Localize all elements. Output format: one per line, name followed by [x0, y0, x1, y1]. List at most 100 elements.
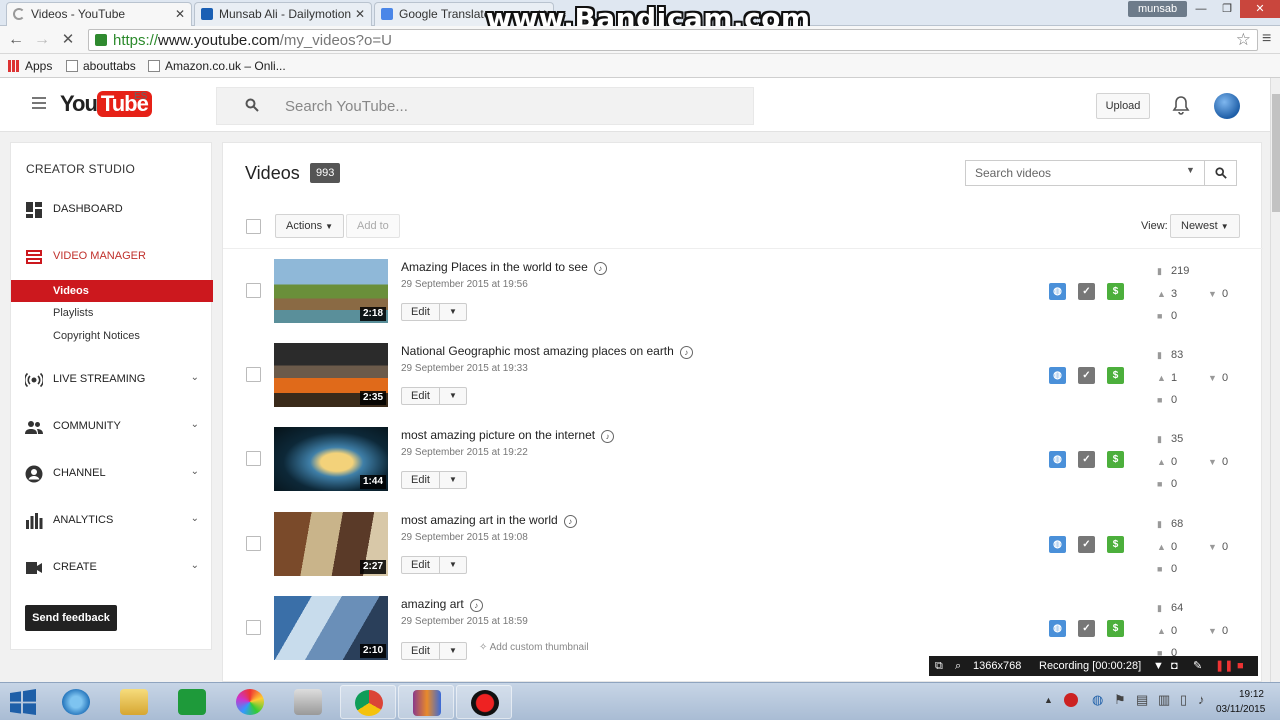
notifications-bell-icon[interactable]	[1172, 95, 1190, 115]
caret-down-icon[interactable]: ▼	[440, 472, 466, 488]
edit-button[interactable]: Edit	[402, 388, 440, 404]
guide-menu-icon[interactable]	[32, 97, 46, 109]
public-globe-icon[interactable]: ◍	[1049, 620, 1066, 637]
bookmark-abouttabs[interactable]: abouttabs	[66, 58, 136, 74]
minimize-icon[interactable]: —	[1188, 0, 1214, 18]
edit-dropdown[interactable]: Edit ▼	[401, 303, 467, 321]
pause-icon[interactable]: ❚❚	[1215, 656, 1233, 676]
monetization-dollar-icon[interactable]: $	[1107, 283, 1124, 300]
edit-dropdown[interactable]: Edit ▼	[401, 642, 467, 660]
public-globe-icon[interactable]: ◍	[1049, 283, 1066, 300]
send-feedback-button[interactable]: Send feedback	[25, 605, 117, 631]
url-text[interactable]: https://www.youtube.com/my_videos?o=U	[113, 32, 392, 49]
sidebar-sub-copyright-notices[interactable]: Copyright Notices	[11, 325, 213, 347]
chevron-down-icon[interactable]: ⌄	[191, 560, 199, 571]
search-videos-box[interactable]: Search videos ▼	[965, 160, 1237, 186]
close-tab-icon[interactable]: ✕	[175, 3, 185, 25]
taskbar-bandicam[interactable]	[456, 685, 512, 719]
upload-button[interactable]: Upload	[1096, 93, 1150, 119]
bookmark-apps[interactable]: Apps	[8, 58, 52, 74]
taskbar-file-explorer[interactable]	[106, 685, 162, 719]
check-icon[interactable]: ✓	[1078, 620, 1095, 637]
tray-device-icon[interactable]: ▤	[1136, 692, 1148, 708]
check-icon[interactable]: ✓	[1078, 367, 1095, 384]
chevron-down-icon[interactable]: ⌄	[191, 372, 199, 383]
caret-down-icon[interactable]: ▼	[440, 643, 466, 659]
sidebar-item-community[interactable]: COMMUNITY ⌄	[11, 416, 213, 438]
video-thumbnail[interactable]: 1:44	[274, 427, 388, 491]
row-checkbox[interactable]	[246, 283, 261, 298]
sort-dropdown[interactable]: Newest ▼	[1170, 214, 1240, 238]
video-title[interactable]: most amazing picture on the internet ♪	[401, 428, 615, 443]
monetization-dollar-icon[interactable]: $	[1107, 536, 1124, 553]
network-icon[interactable]: ▥	[1158, 692, 1170, 708]
taskbar-winrar[interactable]	[398, 685, 454, 719]
forward-arrow-icon[interactable]: →	[32, 30, 52, 50]
monetization-dollar-icon[interactable]: $	[1107, 367, 1124, 384]
caret-down-icon[interactable]: ▼	[440, 388, 466, 404]
search-videos-button[interactable]	[1204, 161, 1236, 185]
video-thumbnail[interactable]: 2:35	[274, 343, 388, 407]
video-title[interactable]: amazing art ♪	[401, 597, 483, 612]
edit-dropdown[interactable]: Edit ▼	[401, 556, 467, 574]
sidebar-item-create[interactable]: CREATE ⌄	[11, 557, 213, 579]
actions-dropdown[interactable]: Actions ▼	[275, 214, 345, 238]
magnifier-icon[interactable]: ⌕	[955, 656, 961, 676]
check-icon[interactable]: ✓	[1078, 536, 1095, 553]
caret-down-icon[interactable]: ▼	[440, 304, 466, 320]
search-icon[interactable]	[245, 98, 259, 112]
sidebar-sub-videos[interactable]: Videos	[11, 280, 213, 302]
system-clock[interactable]: 19:12 03/11/2015	[1216, 687, 1265, 717]
window-mode-icon[interactable]: ⧉	[935, 656, 943, 676]
volume-icon[interactable]: ♪	[1198, 692, 1205, 707]
battery-icon[interactable]: ▯	[1180, 692, 1187, 708]
edit-dropdown[interactable]: Edit ▼	[401, 387, 467, 405]
check-icon[interactable]: ✓	[1078, 451, 1095, 468]
sidebar-item-dashboard[interactable]: DASHBOARD	[11, 199, 213, 221]
stop-icon[interactable]: ■	[1237, 656, 1244, 676]
tray-security-icon[interactable]: ⚑	[1114, 692, 1126, 708]
taskbar-app-tool[interactable]	[280, 685, 336, 719]
search-videos-input[interactable]: Search videos	[975, 166, 1051, 180]
row-checkbox[interactable]	[246, 620, 261, 635]
caret-down-icon[interactable]: ▼	[1153, 656, 1164, 676]
monetization-dollar-icon[interactable]: $	[1107, 451, 1124, 468]
video-title[interactable]: National Geographic most amazing places …	[401, 344, 693, 359]
taskbar-chrome[interactable]	[340, 685, 396, 719]
tab-youtube[interactable]: Videos - YouTube ✕	[6, 2, 192, 26]
sidebar-item-channel[interactable]: CHANNEL ⌄	[11, 463, 213, 485]
edit-dropdown[interactable]: Edit ▼	[401, 471, 467, 489]
scrollbar-thumb[interactable]	[1272, 94, 1280, 212]
profile-badge[interactable]: munsab	[1128, 1, 1188, 17]
close-tab-icon[interactable]: ✕	[355, 3, 365, 25]
window-close-icon[interactable]: ✕	[1240, 0, 1280, 18]
caret-down-icon[interactable]: ▼	[440, 557, 466, 573]
row-checkbox[interactable]	[246, 367, 261, 382]
video-thumbnail[interactable]: 2:27	[274, 512, 388, 576]
sidebar-sub-playlists[interactable]: Playlists	[11, 302, 213, 324]
chevron-down-icon[interactable]: ⌄	[191, 513, 199, 524]
stop-loading-icon[interactable]: ✕	[58, 30, 78, 50]
row-checkbox[interactable]	[246, 536, 261, 551]
row-checkbox[interactable]	[246, 451, 261, 466]
chrome-menu-icon[interactable]: ≡	[1262, 30, 1271, 48]
public-globe-icon[interactable]: ◍	[1049, 367, 1066, 384]
sidebar-item-analytics[interactable]: ANALYTICS ⌄	[11, 510, 213, 532]
restore-icon[interactable]: ❐	[1214, 0, 1240, 18]
tray-app-icon[interactable]: ◍	[1092, 692, 1103, 708]
back-arrow-icon[interactable]: ←	[6, 30, 26, 50]
public-globe-icon[interactable]: ◍	[1049, 451, 1066, 468]
edit-button[interactable]: Edit	[402, 304, 440, 320]
edit-button[interactable]: Edit	[402, 472, 440, 488]
edit-button[interactable]: Edit	[402, 643, 440, 659]
select-all-checkbox[interactable]	[246, 219, 261, 234]
chevron-down-icon[interactable]: ⌄	[191, 419, 199, 430]
bookmark-star-icon[interactable]: ☆	[1236, 30, 1251, 50]
video-thumbnail[interactable]: 2:10	[274, 596, 388, 660]
tab-dailymotion[interactable]: Munsab Ali - Dailymotion ✕	[194, 2, 372, 26]
public-globe-icon[interactable]: ◍	[1049, 536, 1066, 553]
add-custom-thumbnail-link[interactable]: ✧ Add custom thumbnail	[479, 642, 589, 653]
check-icon[interactable]: ✓	[1078, 283, 1095, 300]
sidebar-item-live-streaming[interactable]: LIVE STREAMING ⌄	[11, 369, 213, 391]
taskbar-store[interactable]	[164, 685, 220, 719]
